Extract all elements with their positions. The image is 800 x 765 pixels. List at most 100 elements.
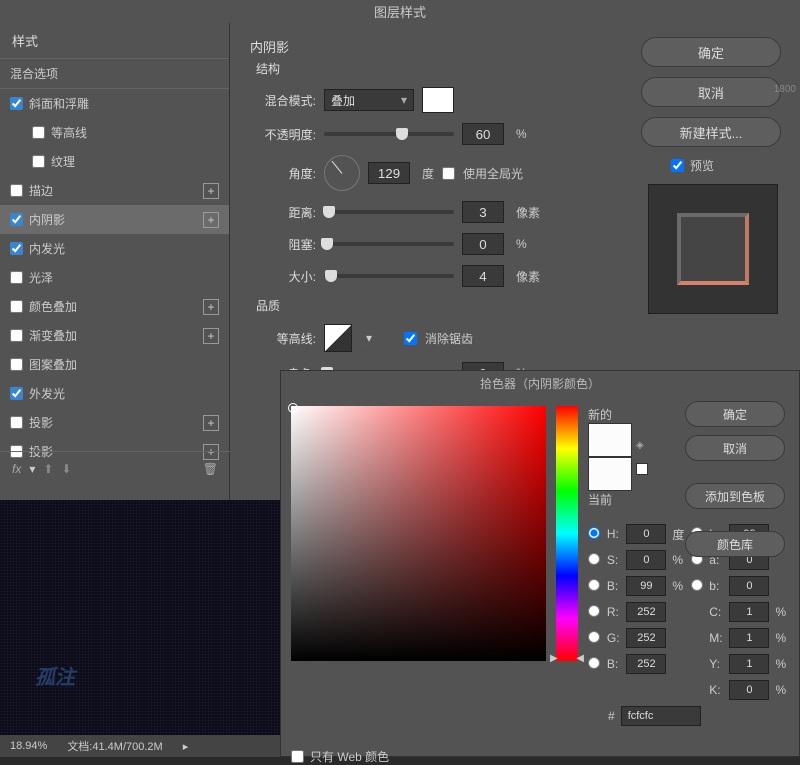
- quality-title: 品质: [256, 297, 605, 314]
- sv-marker[interactable]: [288, 403, 298, 413]
- color-value-input[interactable]: [626, 628, 666, 648]
- style-checkbox[interactable]: [32, 155, 45, 168]
- ok-button[interactable]: 确定: [641, 37, 781, 67]
- style-label: 描边: [29, 182, 53, 199]
- style-item[interactable]: 斜面和浮雕: [0, 89, 229, 118]
- arrow-down-icon[interactable]: ⬇: [61, 462, 71, 476]
- cancel-button[interactable]: 取消: [641, 77, 781, 107]
- style-checkbox[interactable]: [32, 126, 45, 139]
- color-mode-radio[interactable]: [588, 657, 600, 669]
- add-effect-button[interactable]: +: [203, 183, 219, 199]
- blend-mode-label: 混合模式:: [250, 92, 316, 109]
- color-value-input[interactable]: [626, 524, 666, 544]
- style-checkbox[interactable]: [10, 184, 23, 197]
- color-value-input[interactable]: [729, 602, 769, 622]
- style-checkbox[interactable]: [10, 387, 23, 400]
- add-swatch-button[interactable]: 添加到色板: [685, 483, 785, 509]
- hue-marker-right: ◀: [576, 653, 584, 664]
- style-checkbox[interactable]: [10, 329, 23, 342]
- chevron-down-icon[interactable]: ▾: [360, 330, 378, 346]
- style-item[interactable]: 纹理: [0, 147, 229, 176]
- global-light-checkbox[interactable]: [442, 167, 455, 180]
- style-label: 渐变叠加: [29, 327, 77, 344]
- color-value-input[interactable]: [626, 550, 666, 570]
- opacity-slider[interactable]: [324, 132, 454, 136]
- zoom-level[interactable]: 18.94%: [10, 740, 47, 752]
- color-value-input[interactable]: [729, 628, 769, 648]
- color-mode-radio[interactable]: [588, 579, 600, 591]
- mini-swatch[interactable]: [636, 463, 648, 475]
- style-item[interactable]: 渐变叠加 +: [0, 321, 229, 350]
- style-item[interactable]: 投影+: [0, 408, 229, 437]
- preview-checkbox[interactable]: [671, 159, 684, 172]
- size-slider[interactable]: [324, 274, 454, 278]
- color-value-input[interactable]: [729, 654, 769, 674]
- color-mode-radio[interactable]: [588, 605, 600, 617]
- blend-options-item[interactable]: 混合选项: [0, 59, 229, 88]
- style-item[interactable]: 光泽: [0, 263, 229, 292]
- contour-label: 等高线:: [250, 330, 316, 347]
- color-mode-radio[interactable]: [588, 553, 600, 565]
- style-checkbox[interactable]: [10, 416, 23, 429]
- style-item[interactable]: 描边 +: [0, 176, 229, 205]
- add-effect-button[interactable]: +: [203, 299, 219, 315]
- color-mode-radio[interactable]: [691, 579, 703, 591]
- anti-alias-checkbox[interactable]: [404, 332, 417, 345]
- style-checkbox[interactable]: [10, 242, 23, 255]
- angle-label: 角度:: [250, 165, 316, 182]
- style-item[interactable]: 颜色叠加+: [0, 292, 229, 321]
- hue-strip[interactable]: ▶ ◀: [556, 406, 578, 661]
- distance-input[interactable]: [462, 201, 504, 223]
- add-effect-button[interactable]: +: [203, 212, 219, 228]
- choke-slider[interactable]: [324, 242, 454, 246]
- current-color-swatch[interactable]: [588, 457, 632, 491]
- color-value-input[interactable]: [626, 576, 666, 596]
- trash-icon[interactable]: 🗑: [203, 462, 218, 476]
- style-label: 纹理: [51, 153, 75, 170]
- doc-info[interactable]: 文档:41.4M/700.2M: [67, 738, 162, 754]
- style-item[interactable]: 内发光: [0, 234, 229, 263]
- add-effect-button[interactable]: +: [203, 415, 219, 431]
- style-checkbox[interactable]: [10, 358, 23, 371]
- style-item[interactable]: 等高线: [0, 118, 229, 147]
- add-effect-button[interactable]: +: [203, 328, 219, 344]
- hex-input[interactable]: [621, 706, 701, 726]
- style-item[interactable]: 图案叠加: [0, 350, 229, 379]
- shadow-color-swatch[interactable]: [422, 87, 454, 113]
- cube-icon[interactable]: ◈: [636, 440, 648, 451]
- opacity-input[interactable]: [462, 123, 504, 145]
- canvas-area[interactable]: 孤注: [0, 500, 280, 740]
- style-item[interactable]: 内阴影+: [0, 205, 229, 234]
- size-input[interactable]: [462, 265, 504, 287]
- color-libs-button[interactable]: 颜色库: [685, 531, 785, 557]
- new-color-swatch[interactable]: [588, 423, 632, 457]
- styles-sidebar: 样式 混合选项 斜面和浮雕等高线纹理描边+内阴影+内发光光泽颜色叠加+渐变叠加+…: [0, 23, 230, 503]
- color-mode-radio[interactable]: [588, 527, 600, 539]
- arrow-up-icon[interactable]: ⬆: [43, 462, 53, 476]
- distance-slider[interactable]: [324, 210, 454, 214]
- color-value-input[interactable]: [626, 654, 666, 674]
- style-checkbox[interactable]: [10, 271, 23, 284]
- new-style-button[interactable]: 新建样式...: [641, 117, 781, 147]
- preview-inner: [677, 213, 749, 285]
- style-checkbox[interactable]: [10, 213, 23, 226]
- blend-mode-dropdown[interactable]: 叠加: [324, 89, 414, 111]
- angle-input[interactable]: [368, 162, 410, 184]
- chevron-right-icon[interactable]: ▸: [183, 740, 189, 753]
- sat-val-field[interactable]: [291, 406, 546, 661]
- fx-label[interactable]: fx: [12, 462, 21, 476]
- style-checkbox[interactable]: [10, 97, 23, 110]
- choke-input[interactable]: [462, 233, 504, 255]
- picker-title: 拾色器（内阴影颜色）: [281, 371, 799, 396]
- angle-dial[interactable]: [324, 155, 360, 191]
- contour-preview[interactable]: [324, 324, 352, 352]
- color-value-input[interactable]: [626, 602, 666, 622]
- style-label: 外发光: [29, 385, 65, 402]
- picker-ok-button[interactable]: 确定: [685, 401, 785, 427]
- style-item[interactable]: 外发光: [0, 379, 229, 408]
- color-value-input[interactable]: [729, 576, 769, 596]
- color-value-input[interactable]: [729, 680, 769, 700]
- color-mode-radio[interactable]: [588, 631, 600, 643]
- picker-cancel-button[interactable]: 取消: [685, 435, 785, 461]
- style-checkbox[interactable]: [10, 300, 23, 313]
